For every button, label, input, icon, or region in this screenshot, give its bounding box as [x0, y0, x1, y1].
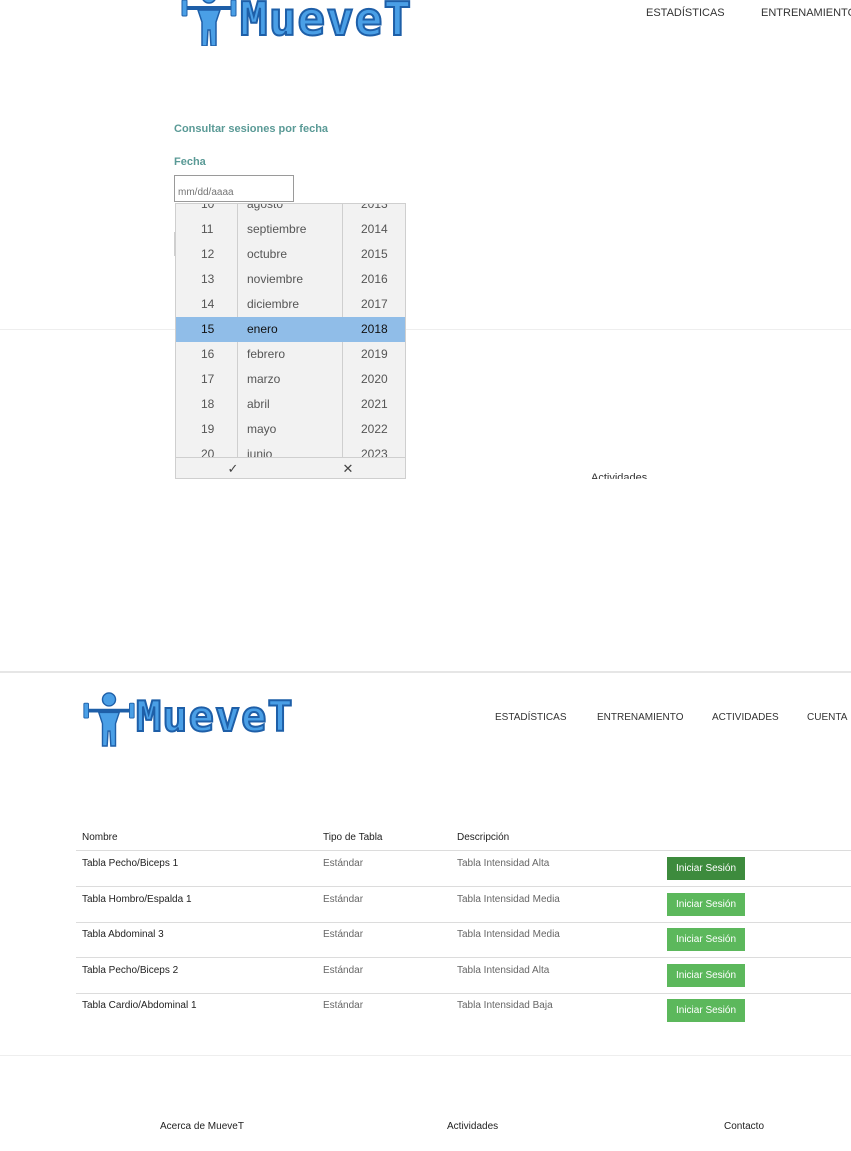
- row-name: Tabla Pecho/Biceps 2: [82, 964, 179, 976]
- picker-day: 19: [201, 422, 215, 436]
- confirm-date-button[interactable]: ✓: [176, 458, 290, 478]
- nav-actividades[interactable]: ACTIVIDADES: [712, 712, 779, 723]
- picker-year: 2022: [361, 422, 388, 436]
- picker-month: marzo: [247, 372, 281, 386]
- nav-entrenamiento[interactable]: ENTRENAMIENTO: [597, 712, 684, 723]
- table-row-divider: [76, 921, 851, 923]
- picker-row[interactable]: 10 agosto 2013: [176, 203, 405, 217]
- date-picker[interactable]: 10 agosto 2013 11 septiembre 2014 12 octubre 201…: [175, 203, 406, 479]
- picker-day: 11: [201, 222, 214, 236]
- picker-year: 2018: [361, 322, 388, 336]
- footer-divider: [0, 1055, 851, 1056]
- picker-year: 2014: [361, 222, 388, 236]
- picker-day: 16: [201, 347, 215, 361]
- row-type: Estándar: [323, 1000, 364, 1012]
- column-header-descripcion: Descripción: [457, 832, 510, 843]
- picker-month: diciembre: [247, 297, 300, 311]
- picker-month: abril: [247, 397, 270, 411]
- picker-year: 2016: [361, 272, 388, 286]
- picker-day: 14: [201, 297, 215, 311]
- picker-year: 2013: [361, 203, 388, 211]
- row-description: Tabla Intensidad Media: [457, 893, 560, 905]
- picker-month: febrero: [247, 347, 286, 361]
- close-icon: ✕: [342, 461, 354, 476]
- brand-logo[interactable]: MueveT: [82, 688, 294, 748]
- start-session-button[interactable]: Iniciar Sesión: [667, 857, 745, 880]
- picker-row[interactable]: 11 septiembre 2014: [176, 217, 405, 242]
- picker-day: 10: [201, 203, 215, 211]
- picker-day: 18: [201, 397, 215, 411]
- nav-cuenta[interactable]: CUENTA: [807, 712, 847, 723]
- picker-month: noviembre: [247, 272, 304, 286]
- picker-year: 2017: [361, 297, 388, 311]
- row-name: Tabla Pecho/Biceps 1: [82, 858, 179, 869]
- row-type: Estándar: [323, 893, 364, 905]
- column-header-nombre: Nombre: [82, 832, 118, 843]
- row-description: Tabla Intensidad Baja: [457, 1000, 553, 1012]
- picker-row[interactable]: 14 diciembre 2017: [176, 292, 405, 317]
- picker-row[interactable]: 17 marzo 2020: [176, 367, 405, 392]
- footer-activities-link[interactable]: Actividades: [447, 1121, 498, 1132]
- picker-row[interactable]: 13 noviembre 2016: [176, 267, 405, 292]
- start-session-button[interactable]: Iniciar Sesión: [667, 999, 745, 1023]
- row-name: Tabla Abdominal 3: [82, 929, 164, 941]
- brand-logo-text: MueveT: [239, 0, 413, 47]
- row-description: Tabla Intensidad Media: [457, 929, 560, 941]
- start-session-button[interactable]: Iniciar Sesión: [667, 963, 745, 987]
- cancel-date-button[interactable]: ✕: [291, 458, 405, 478]
- picker-day: 15: [201, 322, 215, 336]
- brand-logo-text: MueveT: [135, 691, 294, 742]
- picker-month: agosto: [247, 203, 284, 211]
- checkmark-icon: ✓: [227, 461, 239, 476]
- section-divider: [0, 329, 851, 330]
- picker-row[interactable]: 16 febrero 2019: [176, 342, 405, 367]
- table-row-divider: [76, 886, 851, 887]
- screenshot-divider: [0, 671, 851, 673]
- picker-day: 12: [201, 247, 215, 261]
- picker-year: 2015: [361, 247, 388, 261]
- picker-month: octubre: [247, 247, 288, 261]
- picker-year: 2020: [361, 372, 388, 386]
- row-description: Tabla Intensidad Alta: [457, 964, 550, 976]
- picker-month: enero: [247, 322, 278, 336]
- picker-day: 17: [201, 372, 215, 386]
- picker-year: 2021: [361, 397, 388, 411]
- row-name: Tabla Cardio/Abdominal 1: [82, 1000, 197, 1012]
- table-row-divider: [76, 992, 851, 994]
- row-type: Estándar: [323, 964, 364, 976]
- table-row-divider: [76, 957, 851, 959]
- date-input[interactable]: [174, 175, 294, 202]
- footer-contact-link[interactable]: Contacto: [724, 1121, 764, 1132]
- picker-row[interactable]: 15 enero 2018: [176, 317, 405, 342]
- start-session-button[interactable]: Iniciar Sesión: [667, 928, 745, 952]
- picker-row[interactable]: 12 octubre 2015: [176, 242, 405, 267]
- picker-year: 2019: [361, 347, 388, 361]
- picker-row[interactable]: 19 mayo 2022: [176, 417, 405, 442]
- brand-logo[interactable]: MueveT: [180, 0, 413, 47]
- nav-estadisticas[interactable]: ESTADÍSTICAS: [495, 712, 567, 723]
- query-title: Consultar sesiones por fecha: [174, 123, 329, 135]
- row-description: Tabla Intensidad Alta: [457, 858, 550, 869]
- row-name: Tabla Hombro/Espalda 1: [82, 893, 192, 905]
- row-type: Estándar: [323, 929, 364, 941]
- nav-entrenamiento[interactable]: ENTRENAMIENTO: [761, 7, 851, 19]
- top-footer-activities-link[interactable]: Actividades: [591, 471, 647, 479]
- weightlifter-icon: [83, 692, 135, 747]
- column-header-tipo: Tipo de Tabla: [323, 832, 383, 843]
- date-label: Fecha: [174, 156, 206, 168]
- start-session-button[interactable]: Iniciar Sesión: [667, 892, 745, 916]
- footer-about-link[interactable]: Acerca de MueveT: [160, 1121, 244, 1132]
- picker-day: 13: [201, 272, 215, 286]
- picker-footer: ✓ ✕: [176, 457, 405, 478]
- picker-month: septiembre: [247, 222, 307, 236]
- picker-row[interactable]: 18 abril 2021: [176, 392, 405, 417]
- row-type: Estándar: [323, 858, 364, 869]
- nav-estadisticas[interactable]: ESTADÍSTICAS: [646, 7, 725, 19]
- table-header-divider: [76, 850, 851, 851]
- weightlifter-icon: [181, 0, 237, 46]
- picker-month: mayo: [247, 422, 277, 436]
